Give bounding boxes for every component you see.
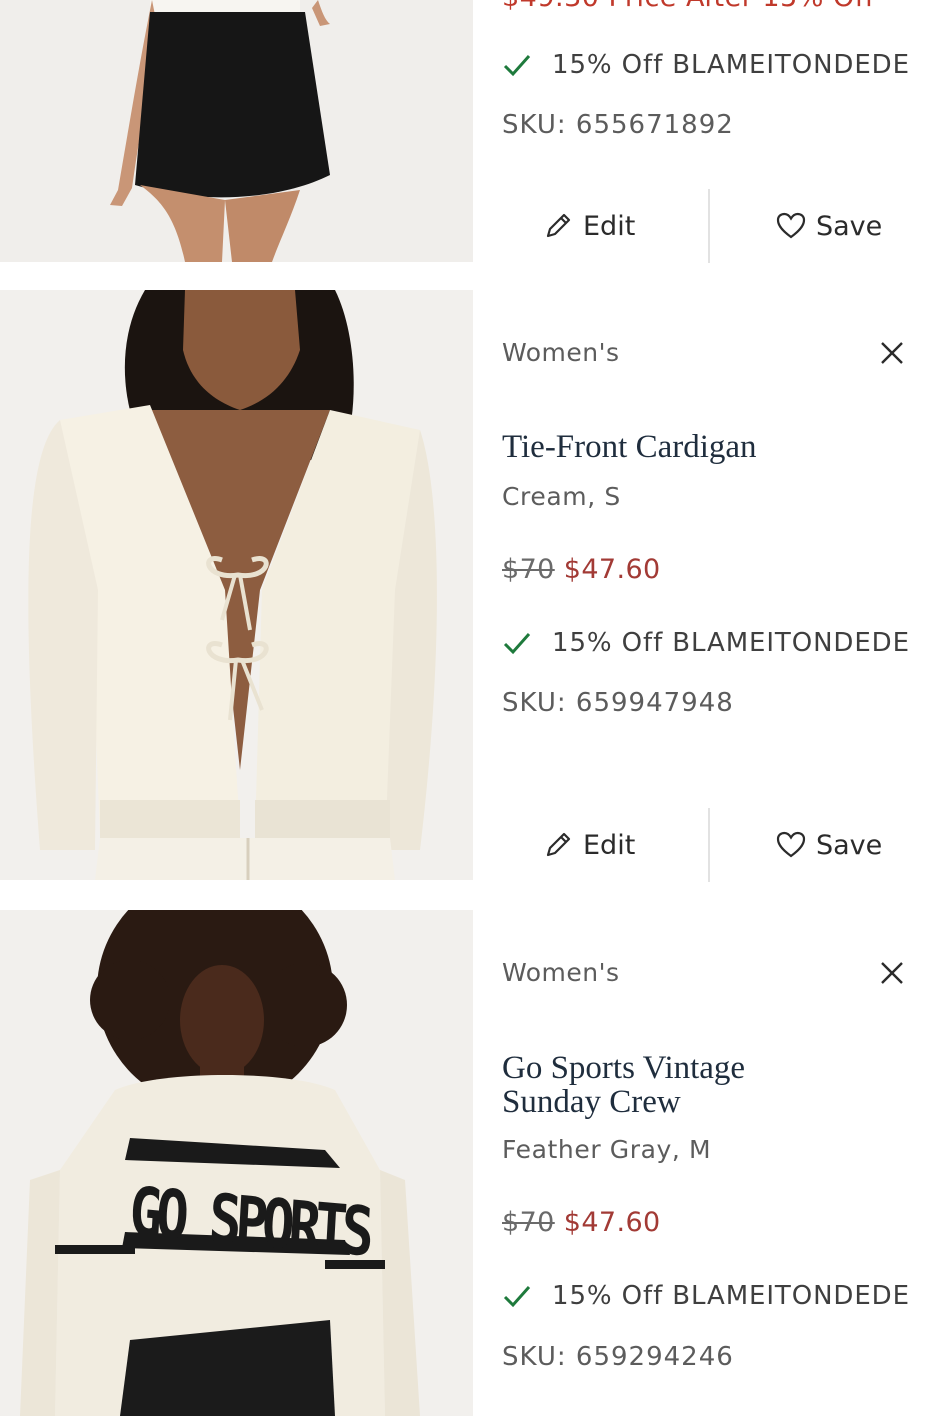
item-actions: Edit Save <box>473 189 944 263</box>
sku-text: SKU: 659294246 <box>502 1342 734 1372</box>
edit-button[interactable]: Edit <box>543 808 635 882</box>
cart-item: $49.30 Price After 15% Off 15% Off BLAME… <box>0 0 944 263</box>
original-price: $70 <box>502 554 555 585</box>
item-category: Women's <box>502 338 620 367</box>
edit-label: Edit <box>583 829 636 861</box>
skirt-photo <box>0 0 473 262</box>
promo-applied: 15% Off BLAMEITONDEDE <box>502 628 910 658</box>
check-icon <box>503 633 531 655</box>
price-after-discount: $49.30 Price After 15% Off <box>502 0 875 13</box>
actions-divider <box>708 189 710 263</box>
cart-item: GO SPORTS Women's Go Sports Vintage Sund… <box>0 910 944 1416</box>
product-name[interactable]: Go Sports Vintage Sunday Crew <box>502 1051 802 1119</box>
actions-divider <box>708 808 710 882</box>
original-price: $70 <box>502 1207 555 1238</box>
edit-label: Edit <box>583 210 636 242</box>
remove-item-button[interactable] <box>875 956 909 990</box>
item-variant: Cream, S <box>502 482 621 511</box>
save-label: Save <box>816 210 883 242</box>
check-icon <box>503 1286 531 1308</box>
save-button[interactable]: Save <box>776 189 882 263</box>
remove-item-button[interactable] <box>875 336 909 370</box>
pencil-icon <box>546 832 571 857</box>
item-category: Women's <box>502 958 620 987</box>
sweatshirt-photo <box>0 910 473 1416</box>
item-variant: Feather Gray, M <box>502 1135 712 1164</box>
promo-code-text: 15% Off BLAMEITONDEDE <box>552 1281 910 1311</box>
close-icon <box>881 962 903 984</box>
promo-code-text: 15% Off BLAMEITONDEDE <box>552 50 910 80</box>
sku-text: SKU: 659947948 <box>502 688 734 718</box>
promo-applied: 15% Off BLAMEITONDEDE <box>502 1281 910 1311</box>
price-row: $70 $47.60 <box>502 1207 661 1238</box>
save-label: Save <box>816 829 883 861</box>
save-button[interactable]: Save <box>776 808 882 882</box>
sku-text: SKU: 655671892 <box>502 110 734 140</box>
sale-price: $47.60 <box>563 554 661 585</box>
edit-button[interactable]: Edit <box>543 189 635 263</box>
sale-price: $47.60 <box>563 1207 661 1238</box>
product-image[interactable]: GO SPORTS <box>0 910 473 1416</box>
heart-icon <box>776 212 806 239</box>
item-actions: Edit Save <box>473 808 944 882</box>
promo-code-text: 15% Off BLAMEITONDEDE <box>552 628 910 658</box>
product-image[interactable] <box>0 0 473 262</box>
heart-icon <box>776 831 806 858</box>
close-icon <box>881 342 903 364</box>
pencil-icon <box>546 213 571 238</box>
product-name[interactable]: Tie-Front Cardigan <box>502 430 802 464</box>
cardigan-photo <box>0 290 473 880</box>
price-row: $70 $47.60 <box>502 554 661 585</box>
check-icon <box>503 55 531 77</box>
cart-item: Women's Tie-Front Cardigan Cream, S $70 $… <box>0 290 944 882</box>
promo-applied: 15% Off BLAMEITONDEDE <box>502 50 910 80</box>
product-image[interactable] <box>0 290 473 880</box>
